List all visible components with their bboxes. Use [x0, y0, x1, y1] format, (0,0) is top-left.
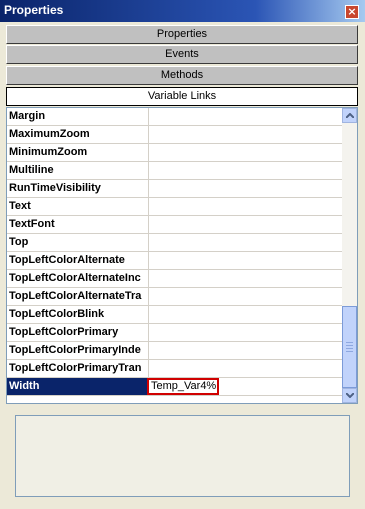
scroll-down-button[interactable]: [342, 388, 357, 403]
property-grid: Margin MaximumZoom MinimumZoom Multiline Run…: [6, 107, 358, 404]
scroll-up-button[interactable]: [342, 108, 357, 123]
property-value[interactable]: [148, 198, 342, 215]
property-name: TopLeftColorPrimaryTran: [9, 362, 142, 374]
property-row[interactable]: Multiline: [7, 162, 342, 180]
property-value[interactable]: [148, 108, 342, 125]
scroll-thumb[interactable]: [342, 306, 357, 388]
property-row[interactable]: MaximumZoom: [7, 126, 342, 144]
property-value[interactable]: [148, 324, 342, 341]
tab-variable-links[interactable]: Variable Links: [6, 87, 358, 106]
property-name: Multiline: [9, 164, 54, 176]
property-name: Top: [9, 236, 29, 248]
tab-events[interactable]: Events: [6, 45, 358, 64]
property-value[interactable]: [148, 288, 342, 305]
property-row[interactable]: TextFont: [7, 216, 342, 234]
property-name: MaximumZoom: [9, 128, 90, 140]
property-row[interactable]: TopLeftColorBlink: [7, 306, 342, 324]
tab-properties[interactable]: Properties: [6, 25, 358, 44]
chevron-down-icon: [346, 393, 354, 398]
property-name: TopLeftColorBlink: [9, 308, 105, 320]
tab-methods[interactable]: Methods: [6, 66, 358, 85]
property-row[interactable]: TopLeftColorPrimary: [7, 324, 342, 342]
property-row[interactable]: MinimumZoom: [7, 144, 342, 162]
property-row[interactable]: Text: [7, 198, 342, 216]
property-value[interactable]: [148, 306, 342, 323]
close-icon[interactable]: ×: [345, 5, 359, 19]
property-row[interactable]: Top: [7, 234, 342, 252]
property-value[interactable]: [148, 162, 342, 179]
property-value[interactable]: [148, 144, 342, 161]
property-name: Width: [7, 378, 149, 395]
property-value[interactable]: [148, 216, 342, 233]
property-row[interactable]: TopLeftColorAlternate: [7, 252, 342, 270]
property-name: TextFont: [9, 218, 55, 230]
property-row[interactable]: TopLeftColorAlternateTra: [7, 288, 342, 306]
window-title: Properties: [4, 3, 64, 17]
vertical-scrollbar[interactable]: [342, 108, 357, 403]
property-row[interactable]: Margin: [7, 108, 342, 126]
description-panel: [15, 415, 350, 497]
chevron-up-icon: [346, 113, 354, 118]
property-value[interactable]: [148, 180, 342, 197]
property-row[interactable]: TopLeftColorAlternateInc: [7, 270, 342, 288]
property-name: TopLeftColorPrimary: [9, 326, 119, 338]
property-name: TopLeftColorAlternateTra: [9, 290, 142, 302]
property-name: TopLeftColorAlternateInc: [9, 272, 141, 284]
property-name: Margin: [9, 110, 46, 122]
property-name: TopLeftColorAlternate: [9, 254, 125, 266]
property-value[interactable]: [148, 126, 342, 143]
title-bar[interactable]: Properties ×: [0, 0, 365, 22]
property-value-input[interactable]: Temp_Var4%: [147, 378, 219, 395]
property-name: MinimumZoom: [9, 146, 88, 158]
property-row[interactable]: Width Temp_Var4%: [7, 378, 342, 396]
property-row[interactable]: TopLeftColorPrimaryTran: [7, 360, 342, 378]
property-row[interactable]: TopLeftColorPrimaryInde: [7, 342, 342, 360]
property-name: Text: [9, 200, 31, 212]
property-value[interactable]: [148, 360, 342, 377]
property-name: TopLeftColorPrimaryInde: [9, 344, 141, 356]
property-name: RunTimeVisibility: [9, 182, 101, 194]
property-value[interactable]: [148, 252, 342, 269]
property-value[interactable]: [148, 234, 342, 251]
property-row[interactable]: RunTimeVisibility: [7, 180, 342, 198]
properties-window: Properties × Properties Events Methods V…: [0, 0, 365, 509]
property-value[interactable]: [148, 270, 342, 287]
property-value[interactable]: [148, 342, 342, 359]
